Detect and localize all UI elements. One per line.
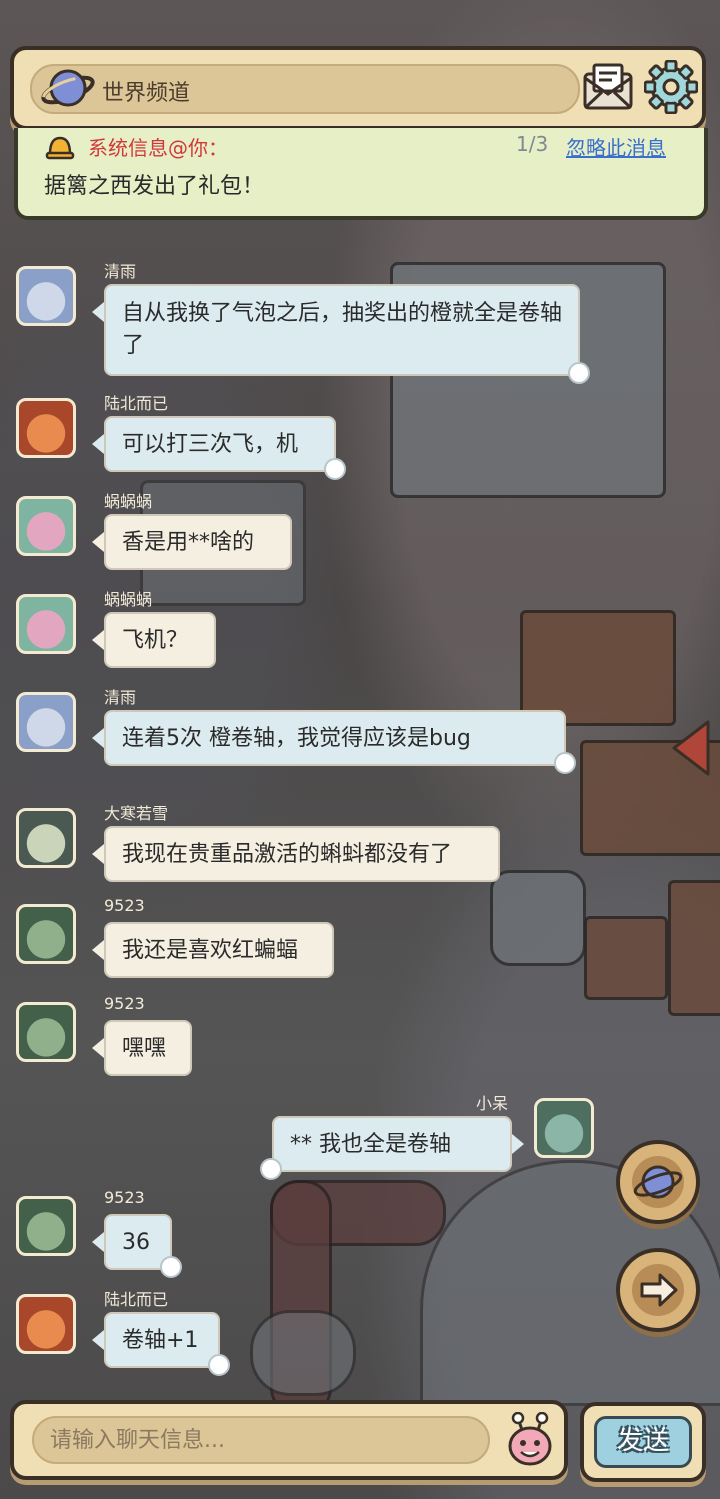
message-bubble[interactable]: 飞机？ (104, 612, 216, 668)
planet-icon (632, 1156, 684, 1208)
bubble-decoration-icon (554, 752, 576, 774)
channel-header: 世界频道 (10, 46, 706, 130)
message-bubble[interactable]: 香是用**啥的 (104, 514, 292, 570)
emoji-icon[interactable] (502, 1412, 558, 1468)
bubble-tail (92, 1232, 104, 1252)
gear-icon[interactable] (644, 60, 698, 114)
system-notice: 系统信息@你： 1/3 忽略此消息 据篱之西发出了礼包！ (14, 128, 708, 220)
notice-text: 据篱之西发出了礼包！ (44, 174, 265, 199)
bubble-tail (92, 940, 104, 960)
bubble-tail (92, 532, 104, 552)
bubble-tail (92, 434, 104, 454)
avatar[interactable] (16, 496, 76, 556)
arrow-right-icon (632, 1264, 684, 1316)
avatar[interactable] (16, 904, 76, 964)
avatar[interactable] (16, 1294, 76, 1354)
message-bubble[interactable]: 可以打三次飞，机 (104, 416, 336, 472)
username: 蜗蜗蜗 (104, 492, 153, 511)
bubble-decoration-icon (260, 1158, 282, 1180)
bubble-decoration-icon (324, 458, 346, 480)
bubble-tail (92, 302, 104, 322)
message-bubble[interactable]: 我还是喜欢红蝙蝠 (104, 922, 334, 978)
bubble-decoration-icon (160, 1256, 182, 1278)
message-bubble[interactable]: 我现在贵重品激活的蝌蚪都没有了 (104, 826, 500, 882)
expand-panel-icon[interactable] (668, 718, 716, 778)
avatar[interactable] (16, 1002, 76, 1062)
bubble-decoration-icon (208, 1354, 230, 1376)
username: 陆北而已 (104, 1290, 169, 1309)
ignore-message-link[interactable]: 忽略此消息 (566, 132, 666, 161)
bubble-tail (92, 844, 104, 864)
username: 清雨 (104, 688, 137, 707)
bell-icon (45, 136, 75, 160)
bubble-tail (92, 728, 104, 748)
channel-selector[interactable]: 世界频道 (30, 64, 580, 114)
message-bubble[interactable]: ** 我也全是卷轴 (272, 1116, 512, 1172)
chat-input-bar (10, 1400, 568, 1480)
bubble-tail (92, 1038, 104, 1058)
username: 9523 (104, 896, 145, 915)
username: 陆北而已 (104, 394, 169, 413)
avatar[interactable] (16, 692, 76, 752)
avatar[interactable] (16, 266, 76, 326)
bubble-tail (92, 630, 104, 650)
channel-switch-button[interactable] (616, 1140, 700, 1224)
avatar[interactable] (16, 808, 76, 868)
notice-title: 系统信息@你： (88, 136, 228, 160)
bubble-tail (512, 1134, 524, 1154)
message-bubble[interactable]: 连着5次 橙卷轴，我觉得应该是bug (104, 710, 566, 766)
message-bubble[interactable]: 卷轴+1 (104, 1312, 220, 1368)
username: 9523 (104, 994, 145, 1013)
bubble-tail (92, 1330, 104, 1350)
username: 清雨 (104, 262, 137, 281)
username: 9523 (104, 1188, 145, 1207)
chat-input[interactable] (32, 1416, 490, 1464)
username: 蜗蜗蜗 (104, 590, 153, 609)
avatar[interactable] (16, 1196, 76, 1256)
avatar[interactable] (16, 594, 76, 654)
message-bubble[interactable]: 自从我换了气泡之后，抽奖出的橙就全是卷轴了 (104, 284, 580, 376)
bubble-decoration-icon (568, 362, 590, 384)
send-button[interactable]: 发送 (580, 1402, 706, 1482)
share-button[interactable] (616, 1248, 700, 1332)
channel-title: 世界频道 (102, 81, 191, 106)
mail-icon[interactable] (582, 62, 634, 112)
planet-icon (41, 69, 95, 107)
username: 小呆 (475, 1094, 508, 1113)
avatar[interactable] (534, 1098, 594, 1158)
message-bubble[interactable]: 嘿嘿 (104, 1020, 192, 1076)
avatar[interactable] (16, 398, 76, 458)
notice-count: 1/3 (516, 132, 549, 156)
username: 大寒若雪 (104, 804, 169, 823)
send-button-label: 发送 (594, 1416, 692, 1468)
